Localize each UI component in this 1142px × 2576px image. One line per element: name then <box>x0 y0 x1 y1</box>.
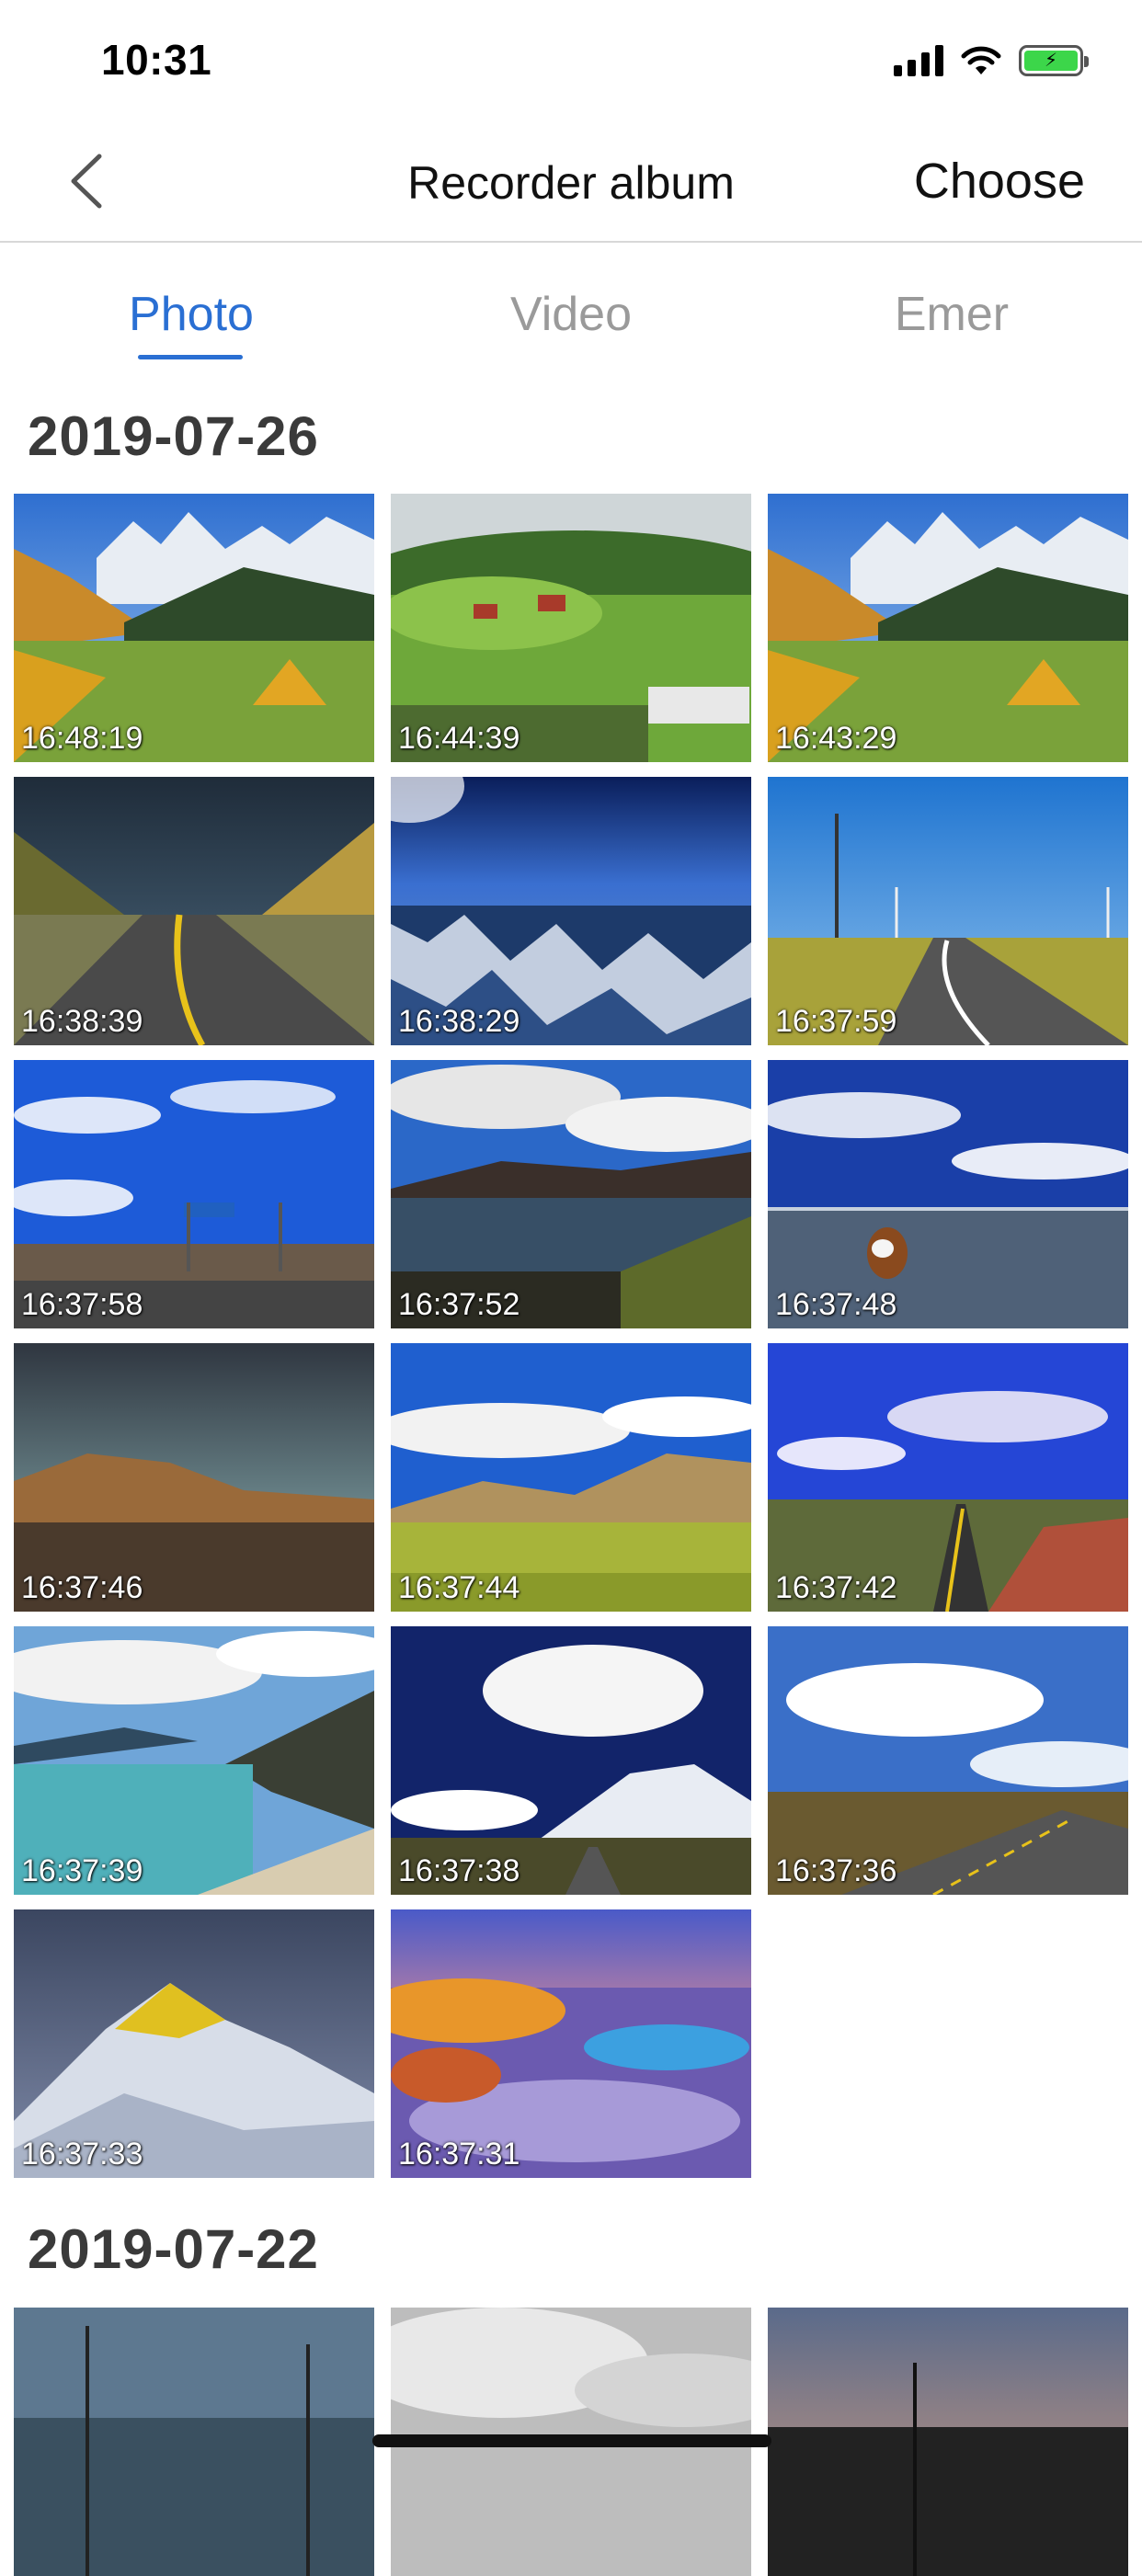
photo-thumbnail[interactable]: 16:43:29 <box>768 494 1128 762</box>
photo-thumbnail[interactable] <box>14 2308 374 2576</box>
photo-thumbnail[interactable]: 16:37:42 <box>768 1343 1128 1612</box>
section-date: 2019-07-22 <box>28 2218 319 2280</box>
nav-bar: Recorder album Choose <box>0 121 1142 243</box>
photo-thumbnail[interactable]: 16:37:33 <box>14 1909 374 2178</box>
photo-timestamp: 16:38:29 <box>398 1004 520 1039</box>
photo-thumbnail[interactable] <box>768 2308 1128 2576</box>
photo-timestamp: 16:37:31 <box>398 2137 520 2171</box>
tab-photo[interactable]: Photo <box>53 287 329 342</box>
photo-timestamp: 16:37:36 <box>775 1853 897 1888</box>
photo-timestamp: 16:37:46 <box>21 1570 143 1605</box>
photo-thumbnail[interactable]: 16:44:39 <box>391 494 751 762</box>
photo-thumbnail[interactable]: 16:37:48 <box>768 1060 1128 1328</box>
photo-timestamp: 16:37:44 <box>398 1570 520 1605</box>
photo-timestamp: 16:37:42 <box>775 1570 897 1605</box>
photo-thumbnail[interactable]: 16:37:44 <box>391 1343 751 1612</box>
photo-thumbnail[interactable]: 16:38:29 <box>391 777 751 1045</box>
photo-thumbnail[interactable]: 16:37:58 <box>14 1060 374 1328</box>
tab-emer[interactable]: Emer <box>814 287 1090 342</box>
status-bar: 10:31 ⚡ <box>0 0 1142 121</box>
status-time: 10:31 <box>101 36 212 84</box>
active-tab-indicator <box>138 355 243 359</box>
photo-timestamp: 16:37:39 <box>21 1853 143 1888</box>
photo-timestamp: 16:37:33 <box>21 2137 143 2171</box>
home-indicator <box>372 2434 771 2447</box>
photo-timestamp: 16:37:52 <box>398 1287 520 1322</box>
photo-thumbnail[interactable]: 16:48:19 <box>14 494 374 762</box>
photo-thumbnail[interactable]: 16:37:46 <box>14 1343 374 1612</box>
photo-timestamp: 16:44:39 <box>398 721 520 756</box>
signal-icon <box>894 45 943 76</box>
photo-image <box>14 2308 374 2576</box>
photo-timestamp: 16:37:38 <box>398 1853 520 1888</box>
photo-timestamp: 16:37:59 <box>775 1004 897 1039</box>
media-tabs: Photo Video Emer <box>0 246 1142 366</box>
photo-timestamp: 16:38:39 <box>21 1004 143 1039</box>
tab-video[interactable]: Video <box>433 287 709 342</box>
section-date: 2019-07-26 <box>28 405 319 467</box>
photo-thumbnail[interactable]: 16:37:59 <box>768 777 1128 1045</box>
photo-timestamp: 16:37:58 <box>21 1287 143 1322</box>
photo-thumbnail[interactable]: 16:38:39 <box>14 777 374 1045</box>
photo-timestamp: 16:43:29 <box>775 721 897 756</box>
photo-timestamp: 16:48:19 <box>21 721 143 756</box>
battery-icon: ⚡ <box>1019 45 1089 76</box>
photo-timestamp: 16:37:48 <box>775 1287 897 1322</box>
choose-button[interactable]: Choose <box>914 153 1085 210</box>
photo-thumbnail[interactable]: 16:37:31 <box>391 1909 751 2178</box>
photo-thumbnail[interactable]: 16:37:39 <box>14 1626 374 1895</box>
status-icons: ⚡ <box>894 42 1089 79</box>
photo-thumbnail[interactable]: 16:37:38 <box>391 1626 751 1895</box>
photo-thumbnail[interactable]: 16:37:36 <box>768 1626 1128 1895</box>
wifi-icon <box>961 46 1001 74</box>
photo-image <box>768 2308 1128 2576</box>
photo-thumbnail[interactable]: 16:37:52 <box>391 1060 751 1328</box>
